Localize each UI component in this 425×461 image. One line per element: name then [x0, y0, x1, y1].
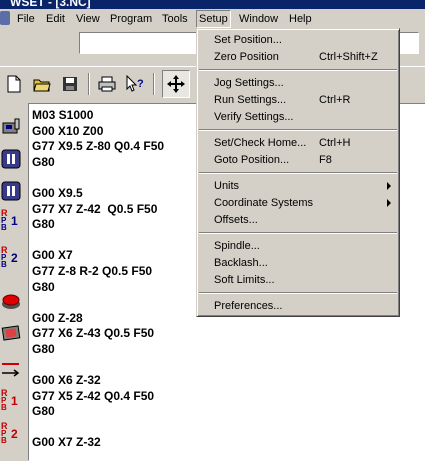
menu-tools[interactable]: Tools — [159, 11, 191, 27]
submenu-arrow-icon — [387, 182, 391, 190]
rpb-icon[interactable]: RPB2 — [0, 420, 22, 444]
menu-item-offsets[interactable]: Offsets... — [214, 213, 258, 227]
menu-help[interactable]: Help — [286, 11, 315, 27]
shortcut-run-settings: Ctrl+R — [319, 94, 351, 106]
svg-text:1: 1 — [11, 394, 18, 408]
toolbar-separator — [153, 73, 155, 95]
tool-probe-icon[interactable] — [0, 115, 22, 139]
rpb-icon[interactable]: RPB1 — [0, 387, 22, 411]
arrow-right-icon[interactable] — [0, 357, 22, 381]
shortcut-set-check-home: Ctrl+H — [319, 137, 351, 149]
menu-item-set-position[interactable]: Set Position... — [214, 33, 282, 47]
rpb-icon[interactable]: RPB2 — [0, 244, 22, 268]
title-bar: WSET - [3.NC] — [0, 0, 425, 9]
menu-separator — [199, 232, 397, 234]
menu-window[interactable]: Window — [236, 11, 281, 27]
menu-separator — [199, 69, 397, 71]
setup-menu: Set Position... Zero Position Ctrl+Shift… — [196, 28, 400, 317]
pause-alt-icon[interactable] — [0, 179, 22, 203]
submenu-arrow-icon — [387, 199, 391, 207]
menu-separator — [199, 129, 397, 131]
toolbar-separator — [88, 73, 90, 95]
menu-item-units[interactable]: Units — [214, 179, 239, 193]
svg-text:B: B — [1, 436, 7, 444]
print-icon[interactable] — [96, 73, 118, 95]
app-icon[interactable] — [0, 11, 10, 25]
menu-separator — [199, 292, 397, 294]
menu-item-coordinate-systems[interactable]: Coordinate Systems — [214, 196, 313, 210]
menu-item-soft-limits[interactable]: Soft Limits... — [214, 273, 275, 287]
new-file-icon[interactable] — [3, 73, 25, 95]
reset-icon[interactable] — [0, 321, 22, 345]
menu-item-spindle[interactable]: Spindle... — [214, 239, 260, 253]
menu-item-goto-position[interactable]: Goto Position... — [214, 153, 289, 167]
menu-setup[interactable]: Setup — [196, 10, 231, 28]
menu-view[interactable]: View — [73, 11, 103, 27]
menu-separator — [199, 172, 397, 174]
menu-item-jog-settings[interactable]: Jog Settings... — [214, 76, 284, 90]
save-icon[interactable] — [59, 73, 81, 95]
menu-item-zero-position[interactable]: Zero Position — [214, 50, 279, 64]
menu-item-verify-settings[interactable]: Verify Settings... — [214, 110, 293, 124]
menu-file[interactable]: File — [14, 11, 38, 27]
rpb-icon[interactable]: RPB1 — [0, 207, 22, 231]
shortcut-goto-position: F8 — [319, 154, 332, 166]
menu-item-backlash[interactable]: Backlash... — [214, 256, 268, 270]
menu-item-set-check-home[interactable]: Set/Check Home... — [214, 136, 306, 150]
open-folder-icon[interactable] — [31, 73, 53, 95]
machine-toolbar: RPB1 RPB2 RPB1 RPB2 — [0, 103, 23, 461]
svg-text:2: 2 — [11, 251, 18, 265]
svg-text:B: B — [1, 223, 7, 231]
svg-text:?: ? — [137, 78, 144, 90]
window-title: WSET - [3.NC] — [10, 0, 91, 9]
shortcut-zero-position: Ctrl+Shift+Z — [319, 51, 378, 63]
svg-text:B: B — [1, 403, 7, 411]
svg-text:B: B — [1, 260, 7, 268]
menu-bar: File Edit View Program Tools Setup Windo… — [0, 9, 425, 28]
menu-item-preferences[interactable]: Preferences... — [214, 299, 282, 313]
svg-text:2: 2 — [11, 427, 18, 441]
menu-program[interactable]: Program — [107, 11, 155, 27]
menu-item-run-settings[interactable]: Run Settings... — [214, 93, 286, 107]
jog-move-icon[interactable] — [162, 70, 190, 98]
context-help-icon[interactable]: ? — [124, 73, 146, 95]
emergency-stop-icon[interactable] — [0, 289, 22, 313]
pause-icon[interactable] — [0, 147, 22, 171]
menu-edit[interactable]: Edit — [43, 11, 68, 27]
svg-text:1: 1 — [11, 214, 18, 228]
